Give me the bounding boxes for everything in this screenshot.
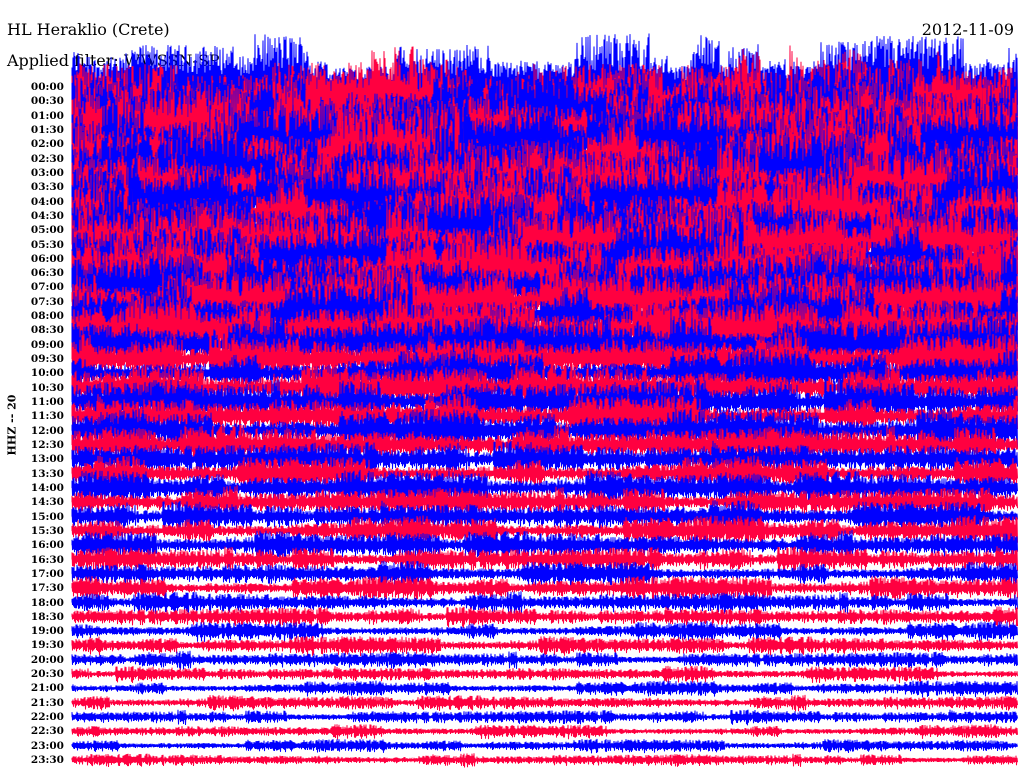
helicorder-plot	[71, 33, 1018, 768]
trace-2030	[71, 665, 1018, 684]
trace-2200	[71, 709, 1018, 726]
trace-2100	[71, 680, 1018, 698]
trace-2230	[71, 724, 1018, 740]
trace-1930	[71, 635, 1018, 657]
trace-2130	[71, 694, 1018, 712]
trace-1830	[71, 606, 1018, 629]
trace-2330	[71, 753, 1018, 768]
trace-2300	[71, 738, 1018, 754]
